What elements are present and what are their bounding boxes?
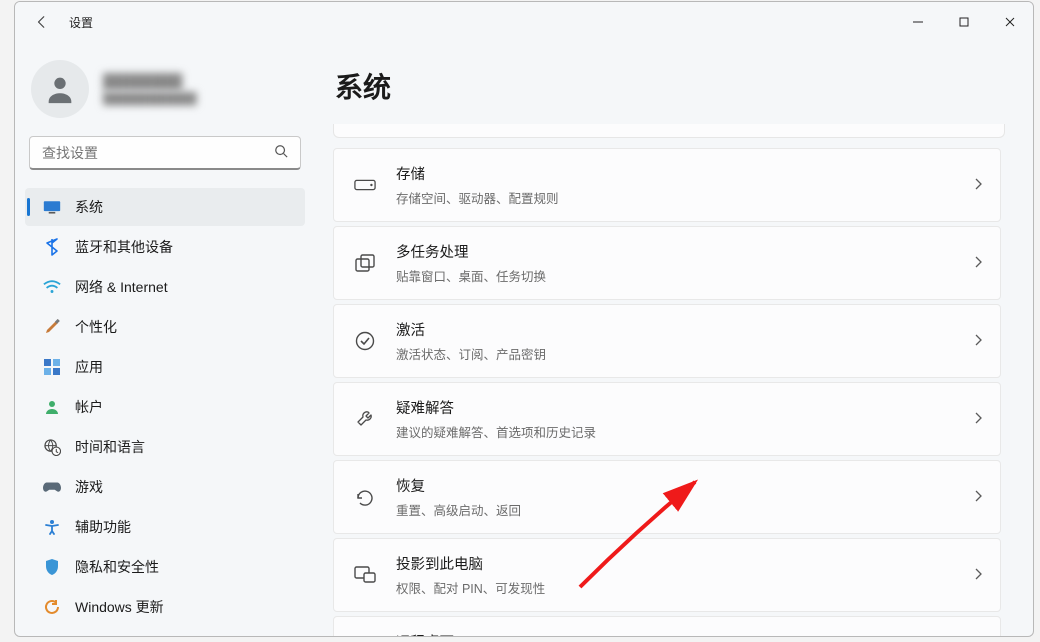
card-text: 远程桌面 远程桌面用户、连接权限 bbox=[396, 631, 974, 636]
chevron-right-icon bbox=[974, 255, 982, 271]
settings-window: 设置 ████████ ████████████ bbox=[14, 1, 1034, 637]
sidebar-item-accessibility[interactable]: 辅助功能 bbox=[25, 508, 305, 546]
card-recovery[interactable]: 恢复 重置、高级启动、返回 bbox=[333, 460, 1001, 534]
sidebar-item-label: 帐户 bbox=[75, 397, 103, 417]
recovery-icon bbox=[352, 484, 378, 510]
chevron-right-icon bbox=[974, 333, 982, 349]
globe-clock-icon bbox=[43, 438, 61, 456]
sidebar-item-label: Windows 更新 bbox=[75, 597, 164, 617]
window-controls bbox=[895, 6, 1033, 38]
main-content: 系统 存储 存储空间、驱动器、配置规则 bbox=[315, 42, 1033, 636]
sidebar-item-accounts[interactable]: 帐户 bbox=[25, 388, 305, 426]
sidebar-item-personalization[interactable]: 个性化 bbox=[25, 308, 305, 346]
profile-sub: ████████████ bbox=[103, 93, 197, 105]
card-title: 恢复 bbox=[396, 475, 974, 496]
chevron-right-icon bbox=[974, 411, 982, 427]
sidebar-item-label: 游戏 bbox=[75, 477, 103, 497]
sidebar-item-label: 辅助功能 bbox=[75, 517, 131, 537]
card-text: 激活 激活状态、订阅、产品密钥 bbox=[396, 319, 974, 363]
card-sub: 贴靠窗口、桌面、任务切换 bbox=[396, 266, 974, 285]
card-sub: 权限、配对 PIN、可发现性 bbox=[396, 578, 974, 597]
chevron-right-icon bbox=[974, 489, 982, 505]
card-project[interactable]: 投影到此电脑 权限、配对 PIN、可发现性 bbox=[333, 538, 1001, 612]
shield-icon bbox=[43, 558, 61, 576]
nav-list: 系统 蓝牙和其他设备 网络 & Internet bbox=[25, 188, 305, 626]
card-title: 疑难解答 bbox=[396, 397, 974, 418]
card-text: 恢复 重置、高级启动、返回 bbox=[396, 475, 974, 519]
sidebar-item-system[interactable]: 系统 bbox=[25, 188, 305, 226]
sidebar-item-label: 隐私和安全性 bbox=[75, 557, 159, 577]
minimize-button[interactable] bbox=[895, 6, 941, 38]
storage-icon bbox=[352, 172, 378, 198]
sidebar-item-label: 个性化 bbox=[75, 317, 117, 337]
apps-icon bbox=[43, 358, 61, 376]
card-text: 存储 存储空间、驱动器、配置规则 bbox=[396, 163, 974, 207]
brush-icon bbox=[43, 318, 61, 336]
settings-cards[interactable]: 存储 存储空间、驱动器、配置规则 多任务处理 贴靠窗口、桌面、任务切换 bbox=[333, 148, 1005, 636]
activate-icon bbox=[352, 328, 378, 354]
card-text: 投影到此电脑 权限、配对 PIN、可发现性 bbox=[396, 553, 974, 597]
window-title: 设置 bbox=[69, 14, 93, 31]
accessibility-icon bbox=[43, 518, 61, 536]
search-input[interactable] bbox=[42, 145, 268, 161]
card-text: 疑难解答 建议的疑难解答、首选项和历史记录 bbox=[396, 397, 974, 441]
card-sub: 建议的疑难解答、首选项和历史记录 bbox=[396, 422, 974, 441]
avatar bbox=[31, 60, 89, 118]
card-title: 投影到此电脑 bbox=[396, 553, 974, 574]
bluetooth-icon bbox=[43, 238, 61, 256]
card-partial-top bbox=[333, 124, 1005, 138]
sidebar-item-network[interactable]: 网络 & Internet bbox=[25, 268, 305, 306]
card-sub: 重置、高级启动、返回 bbox=[396, 500, 974, 519]
profile-text: ████████ ████████████ bbox=[103, 73, 197, 105]
card-sub: 存储空间、驱动器、配置规则 bbox=[396, 188, 974, 207]
search-icon[interactable] bbox=[268, 144, 294, 161]
profile-block[interactable]: ████████ ████████████ bbox=[25, 56, 305, 136]
card-title: 激活 bbox=[396, 319, 974, 340]
sidebar-item-label: 时间和语言 bbox=[75, 437, 145, 457]
card-remote-desktop[interactable]: 远程桌面 远程桌面用户、连接权限 bbox=[333, 616, 1001, 636]
titlebar: 设置 bbox=[15, 2, 1033, 42]
wifi-icon bbox=[43, 278, 61, 296]
card-activation[interactable]: 激活 激活状态、订阅、产品密钥 bbox=[333, 304, 1001, 378]
sidebar-item-time-language[interactable]: 时间和语言 bbox=[25, 428, 305, 466]
gaming-icon bbox=[43, 478, 61, 496]
sidebar-item-update[interactable]: Windows 更新 bbox=[25, 588, 305, 626]
card-title: 远程桌面 bbox=[396, 631, 974, 636]
profile-name: ████████ bbox=[103, 73, 197, 89]
project-icon bbox=[352, 562, 378, 588]
sidebar-item-apps[interactable]: 应用 bbox=[25, 348, 305, 386]
close-button[interactable] bbox=[987, 6, 1033, 38]
monitor-icon bbox=[43, 198, 61, 216]
sidebar-item-label: 系统 bbox=[75, 197, 103, 217]
card-storage[interactable]: 存储 存储空间、驱动器、配置规则 bbox=[333, 148, 1001, 222]
card-title: 多任务处理 bbox=[396, 241, 974, 262]
page-title: 系统 bbox=[335, 66, 1005, 106]
sidebar-item-label: 应用 bbox=[75, 357, 103, 377]
card-multitasking[interactable]: 多任务处理 贴靠窗口、桌面、任务切换 bbox=[333, 226, 1001, 300]
search-box[interactable] bbox=[29, 136, 301, 170]
sidebar: ████████ ████████████ 系统 bbox=[15, 42, 315, 636]
window-body: ████████ ████████████ 系统 bbox=[15, 42, 1033, 636]
card-title: 存储 bbox=[396, 163, 974, 184]
maximize-button[interactable] bbox=[941, 6, 987, 38]
chevron-right-icon bbox=[974, 177, 982, 193]
card-sub: 激活状态、订阅、产品密钥 bbox=[396, 344, 974, 363]
sidebar-item-privacy[interactable]: 隐私和安全性 bbox=[25, 548, 305, 586]
update-icon bbox=[43, 598, 61, 616]
sidebar-item-gaming[interactable]: 游戏 bbox=[25, 468, 305, 506]
sidebar-item-label: 网络 & Internet bbox=[75, 277, 168, 297]
sidebar-item-bluetooth[interactable]: 蓝牙和其他设备 bbox=[25, 228, 305, 266]
card-troubleshoot[interactable]: 疑难解答 建议的疑难解答、首选项和历史记录 bbox=[333, 382, 1001, 456]
back-button[interactable] bbox=[25, 5, 59, 39]
multitask-icon bbox=[352, 250, 378, 276]
card-text: 多任务处理 贴靠窗口、桌面、任务切换 bbox=[396, 241, 974, 285]
account-icon bbox=[43, 398, 61, 416]
sidebar-item-label: 蓝牙和其他设备 bbox=[75, 237, 173, 257]
chevron-right-icon bbox=[974, 567, 982, 583]
troubleshoot-icon bbox=[352, 406, 378, 432]
